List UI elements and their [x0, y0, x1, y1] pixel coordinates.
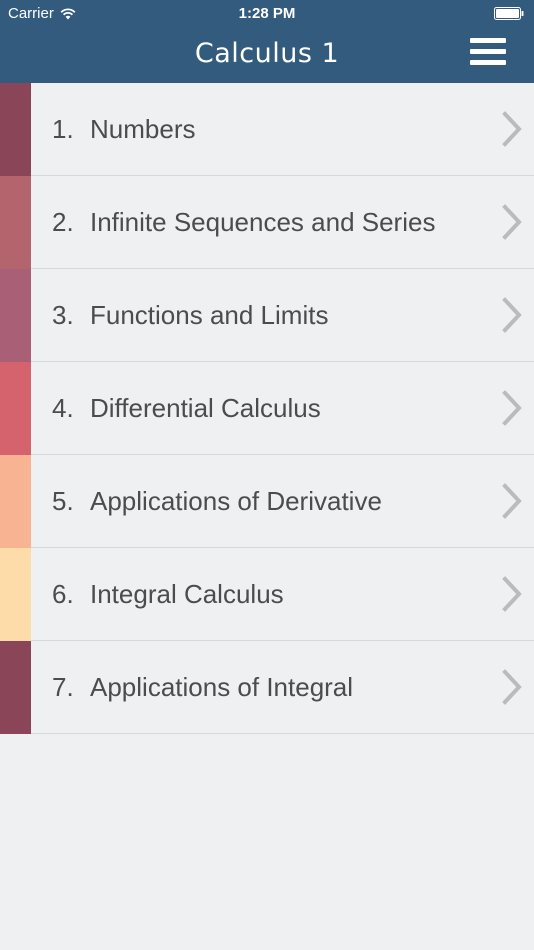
chapter-label: 1. Numbers	[52, 83, 195, 175]
chapter-color-strip	[0, 641, 31, 734]
chapter-title: Applications of Derivative	[90, 486, 382, 516]
chapter-color-strip	[0, 548, 31, 641]
chapter-color-strip	[0, 362, 31, 455]
chapter-color-strip	[0, 269, 31, 362]
chapter-number: 1.	[52, 114, 74, 144]
chapter-color-strip	[0, 455, 31, 548]
chapter-number: 6.	[52, 579, 74, 609]
chapter-title: Functions and Limits	[90, 300, 329, 330]
chapter-list: 1. Numbers 2. Infinite Sequences and Series…	[0, 83, 534, 734]
chapter-row[interactable]: 1. Numbers	[0, 83, 534, 176]
chapter-title: Numbers	[90, 114, 196, 144]
page-title: Calculus 1	[194, 38, 340, 69]
hamburger-menu-icon-bar	[470, 60, 506, 65]
chevron-right-icon	[502, 297, 522, 333]
chapter-row[interactable]: 3. Functions and Limits	[0, 269, 534, 362]
chapter-row[interactable]: 2. Infinite Sequences and Series	[0, 176, 534, 269]
chapter-row[interactable]: 4. Differential Calculus	[0, 362, 534, 455]
status-time: 1:28 PM	[238, 5, 296, 22]
chapter-color-strip	[0, 176, 31, 269]
chapter-row[interactable]: 5. Applications of Derivative	[0, 455, 534, 548]
chevron-right-icon	[502, 111, 522, 147]
hamburger-menu-icon-bar	[470, 49, 506, 54]
chapter-title: Infinite Sequences and Series	[90, 207, 436, 237]
chapter-color-strip	[0, 83, 31, 176]
chapter-title: Applications of Integral	[90, 672, 354, 702]
chapter-number: 5.	[52, 486, 74, 516]
chapter-label: 2. Infinite Sequences and Series	[52, 176, 435, 268]
chapter-number: 2.	[52, 207, 74, 237]
battery-icon	[494, 7, 524, 20]
chevron-right-icon	[502, 483, 522, 519]
chapter-number: 4.	[52, 393, 74, 423]
chevron-right-icon	[502, 669, 522, 705]
chapter-label: 3. Functions and Limits	[52, 269, 328, 361]
chapter-row[interactable]: 6. Integral Calculus	[0, 548, 534, 641]
chapter-label: 6. Integral Calculus	[52, 548, 284, 640]
chapter-label: 4. Differential Calculus	[52, 362, 321, 454]
chapter-label: 7. Applications of Integral	[52, 641, 353, 733]
status-bar: Carrier 1:28 PM	[0, 0, 534, 28]
nav-header: Carrier 1:28 PM Calculus 1	[0, 0, 534, 83]
chevron-right-icon	[502, 204, 522, 240]
hamburger-menu-icon	[470, 38, 506, 43]
chevron-right-icon	[502, 390, 522, 426]
chevron-right-icon	[502, 576, 522, 612]
chapter-title: Integral Calculus	[90, 579, 284, 609]
chapter-number: 7.	[52, 672, 74, 702]
chapter-row[interactable]: 7. Applications of Integral	[0, 641, 534, 734]
chapter-title: Differential Calculus	[90, 393, 321, 423]
menu-button[interactable]	[470, 38, 506, 66]
chapter-label: 5. Applications of Derivative	[52, 455, 382, 547]
chapter-number: 3.	[52, 300, 74, 330]
